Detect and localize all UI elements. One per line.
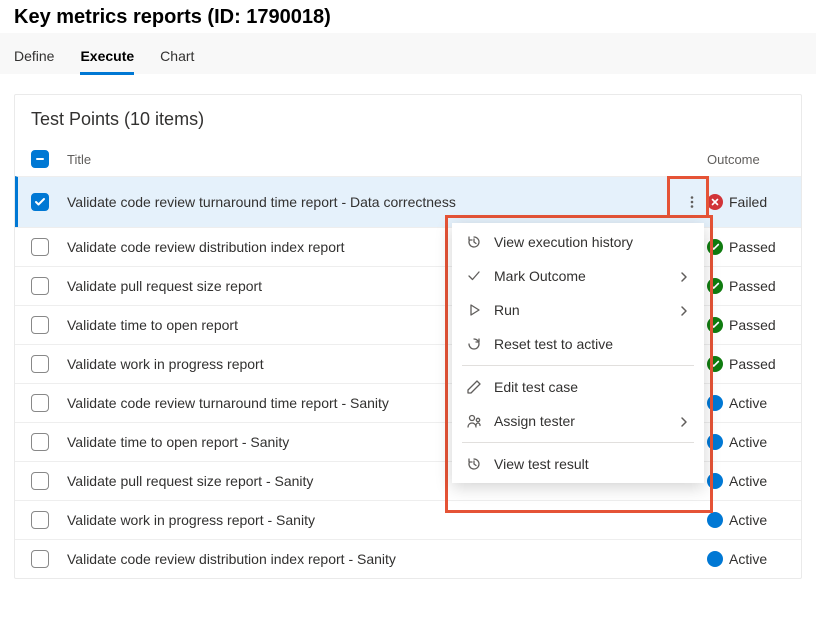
row-checkbox[interactable] <box>31 550 49 568</box>
context-menu: View execution history Mark Outcome Run Res… <box>452 223 704 483</box>
menu-item-label: Mark Outcome <box>494 268 666 284</box>
status-passed-icon <box>707 356 723 372</box>
outcome-cell: Active <box>707 395 785 411</box>
outcome-label: Active <box>729 395 767 411</box>
outcome-cell: Passed <box>707 278 785 294</box>
menu-item-label: View test result <box>494 456 690 472</box>
panel-title: Test Points (10 items) <box>15 95 801 142</box>
outcome-label: Active <box>729 512 767 528</box>
outcome-label: Passed <box>729 278 776 294</box>
assign-tester-icon <box>466 413 482 429</box>
menu-item-view-test-result[interactable]: View test result <box>452 447 704 481</box>
row-checkbox[interactable] <box>31 433 49 451</box>
history-icon <box>466 456 482 472</box>
row-checkbox[interactable] <box>31 238 49 256</box>
status-active-icon <box>707 551 723 567</box>
menu-item-assign-tester[interactable]: Assign tester <box>452 404 704 438</box>
row-checkbox[interactable] <box>31 355 49 373</box>
outcome-cell: Passed <box>707 317 785 333</box>
row-checkbox[interactable] <box>31 316 49 334</box>
outcome-cell: Active <box>707 512 785 528</box>
outcome-cell: Failed <box>707 194 785 210</box>
more-actions-button[interactable] <box>677 187 707 217</box>
outcome-label: Passed <box>729 317 776 333</box>
status-active-icon <box>707 473 723 489</box>
page-title: Key metrics reports (ID: 1790018) <box>0 0 816 33</box>
menu-item-label: Run <box>494 302 666 318</box>
edit-icon <box>466 379 482 395</box>
tab-chart[interactable]: Chart <box>160 34 194 74</box>
tab-execute[interactable]: Execute <box>80 34 134 74</box>
table-row[interactable]: Validate code review turnaround time rep… <box>15 176 801 227</box>
status-passed-icon <box>707 317 723 333</box>
menu-item-edit-test-case[interactable]: Edit test case <box>452 370 704 404</box>
test-points-panel: Test Points (10 items) Title Outcome Val… <box>14 94 802 579</box>
outcome-cell: Passed <box>707 239 785 255</box>
chevron-right-icon <box>678 415 690 427</box>
grid-header: Title Outcome <box>15 142 801 176</box>
outcome-cell: Active <box>707 473 785 489</box>
row-checkbox[interactable] <box>31 193 49 211</box>
status-passed-icon <box>707 239 723 255</box>
menu-divider <box>462 442 694 443</box>
row-title: Validate code review distribution index … <box>65 551 707 567</box>
status-active-icon <box>707 512 723 528</box>
status-active-icon <box>707 395 723 411</box>
menu-item-reset-test-to-active[interactable]: Reset test to active <box>452 327 704 361</box>
row-title: Validate work in progress report - Sanit… <box>65 512 707 528</box>
outcome-label: Passed <box>729 356 776 372</box>
column-header-title[interactable]: Title <box>65 152 707 167</box>
row-checkbox[interactable] <box>31 472 49 490</box>
menu-item-label: Reset test to active <box>494 336 690 352</box>
reset-icon <box>466 336 482 352</box>
menu-divider <box>462 365 694 366</box>
outcome-cell: Passed <box>707 356 785 372</box>
row-title: Validate code review turnaround time rep… <box>65 194 677 210</box>
chevron-right-icon <box>678 270 690 282</box>
table-row[interactable]: Validate code review distribution index … <box>15 539 801 578</box>
more-vertical-icon <box>685 195 699 209</box>
column-header-outcome[interactable]: Outcome <box>707 152 785 167</box>
menu-item-run[interactable]: Run <box>452 293 704 327</box>
menu-item-label: Assign tester <box>494 413 666 429</box>
table-row[interactable]: Validate work in progress report - Sanit… <box>15 500 801 539</box>
tab-define[interactable]: Define <box>14 34 54 74</box>
menu-item-view-execution-history[interactable]: View execution history <box>452 225 704 259</box>
outcome-label: Failed <box>729 194 767 210</box>
menu-item-mark-outcome[interactable]: Mark Outcome <box>452 259 704 293</box>
status-active-icon <box>707 434 723 450</box>
outcome-cell: Active <box>707 434 785 450</box>
status-failed-icon <box>707 194 723 210</box>
outcome-label: Active <box>729 551 767 567</box>
menu-item-label: Edit test case <box>494 379 690 395</box>
outcome-label: Active <box>729 434 767 450</box>
row-checkbox[interactable] <box>31 394 49 412</box>
row-checkbox[interactable] <box>31 277 49 295</box>
history-icon <box>466 234 482 250</box>
outcome-cell: Active <box>707 551 785 567</box>
row-checkbox[interactable] <box>31 511 49 529</box>
status-passed-icon <box>707 278 723 294</box>
check-icon <box>466 268 482 284</box>
play-icon <box>466 302 482 318</box>
select-all-checkbox[interactable] <box>31 150 49 168</box>
tabs: Define Execute Chart <box>0 33 816 74</box>
outcome-label: Passed <box>729 239 776 255</box>
chevron-right-icon <box>678 304 690 316</box>
menu-item-label: View execution history <box>494 234 690 250</box>
outcome-label: Active <box>729 473 767 489</box>
